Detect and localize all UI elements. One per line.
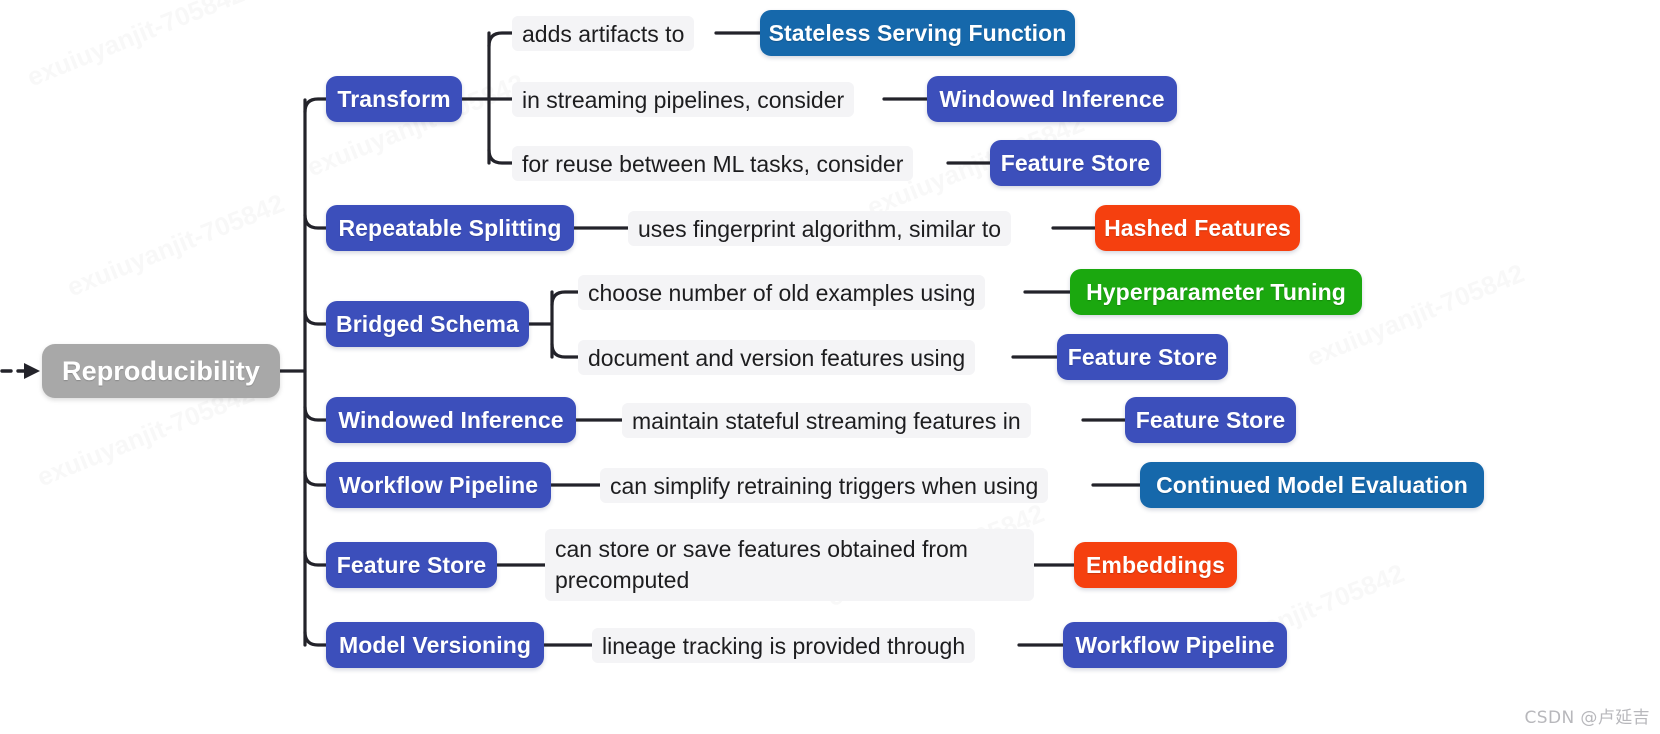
- node-workflow-pipeline[interactable]: Workflow Pipeline: [326, 462, 551, 508]
- edge-label-reuse-between-ml-tasks: for reuse between ML tasks, consider: [512, 146, 914, 181]
- edge-label-adds-artifacts-to: adds artifacts to: [512, 16, 695, 51]
- node-model-versioning[interactable]: Model Versioning: [326, 622, 544, 668]
- csdn-watermark: CSDN @卢延吉: [1524, 708, 1650, 728]
- node-feature-store-leaf-1[interactable]: Feature Store: [990, 140, 1161, 186]
- edge-label-streaming-pipelines: in streaming pipelines, consider: [512, 82, 855, 117]
- node-windowed-inference[interactable]: Windowed Inference: [326, 397, 576, 443]
- node-transform[interactable]: Transform: [326, 76, 462, 122]
- node-workflow-pipeline-leaf[interactable]: Workflow Pipeline: [1063, 622, 1287, 668]
- edge-label-store-save-features: can store or save features obtained from…: [545, 529, 1034, 601]
- node-bridged-schema[interactable]: Bridged Schema: [326, 301, 529, 347]
- node-feature-store-leaf-3[interactable]: Feature Store: [1125, 397, 1296, 443]
- edge-label-lineage-tracking: lineage tracking is provided through: [592, 628, 976, 663]
- node-hyperparameter-tuning[interactable]: Hyperparameter Tuning: [1070, 269, 1362, 315]
- ghost-watermark: exuiuyanjit-705842: [22, 0, 249, 93]
- edge-label-choose-number-old-examples: choose number of old examples using: [578, 275, 986, 310]
- edge-label-fingerprint-algorithm: uses fingerprint algorithm, similar to: [628, 211, 1012, 246]
- edge-label-simplify-retraining-triggers: can simplify retraining triggers when us…: [600, 468, 1049, 503]
- node-feature-store-leaf-2[interactable]: Feature Store: [1057, 334, 1228, 380]
- node-hashed-features[interactable]: Hashed Features: [1095, 205, 1300, 251]
- edge-label-document-version-features: document and version features using: [578, 340, 976, 375]
- ghost-watermark: exuiuyanjit-705842: [62, 187, 289, 303]
- node-windowed-inference-leaf[interactable]: Windowed Inference: [927, 76, 1177, 122]
- edge-label-maintain-stateful-streaming: maintain stateful streaming features in: [622, 403, 1031, 438]
- node-root-reproducibility[interactable]: Reproducibility: [42, 344, 280, 398]
- mindmap-canvas: exuiuyanjit-705842 exuiuyanjit-705842 ex…: [0, 0, 1660, 734]
- node-continued-model-evaluation[interactable]: Continued Model Evaluation: [1140, 462, 1484, 508]
- node-feature-store-branch[interactable]: Feature Store: [326, 542, 497, 588]
- node-stateless-serving-function[interactable]: Stateless Serving Function: [760, 10, 1075, 56]
- node-embeddings[interactable]: Embeddings: [1074, 542, 1237, 588]
- node-repeatable-splitting[interactable]: Repeatable Splitting: [326, 205, 574, 251]
